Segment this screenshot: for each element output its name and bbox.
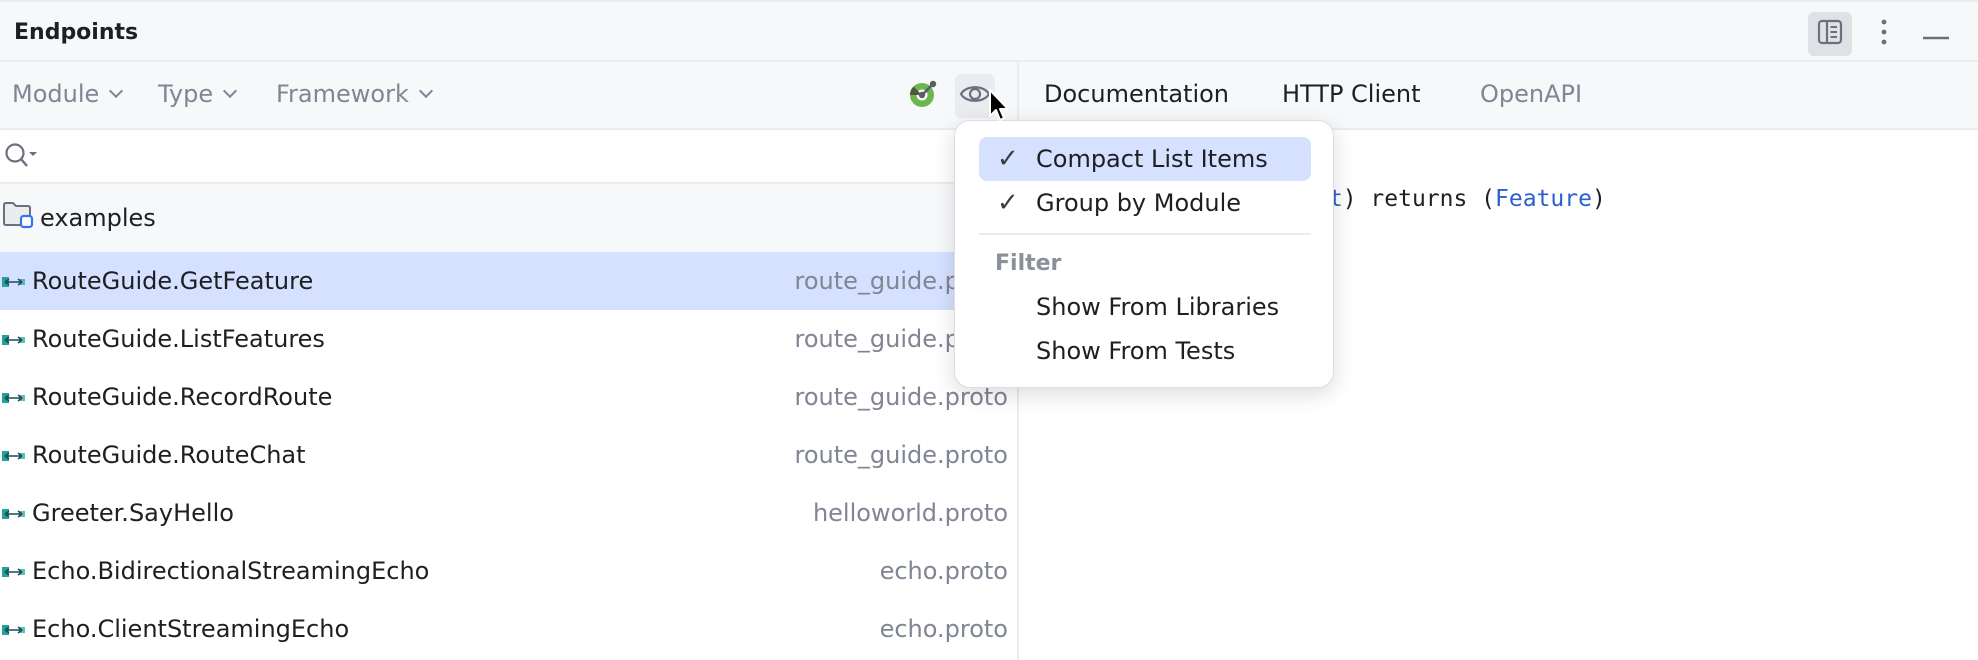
minimize-icon [1922,25,1950,44]
panel-layout-icon [1817,19,1843,49]
menu-item-label: Show From Libraries [1036,293,1280,321]
endpoint-row[interactable]: Echo.BidirectionalStreamingEcho echo.pro… [0,542,1017,600]
menu-section-filter: Filter [995,251,1062,276]
endpoint-file: helloworld.proto [812,499,1008,527]
hide-button[interactable] [1914,12,1958,56]
endpoint-row[interactable]: Greeter.SayHello helloworld.proto [0,484,1017,542]
endpoint-name: RouteGuide.RecordRoute [32,383,333,411]
options-menu-button[interactable] [1862,12,1906,56]
tab-http-client[interactable]: HTTP Client [1282,80,1421,108]
return-type-link[interactable]: Feature [1495,186,1592,212]
grpc-endpoint-icon [2,499,26,527]
rpc-signature: nt) returns (Feature) [1315,186,1606,212]
grpc-endpoint-icon [2,557,26,585]
module-filter-label: Module [12,80,100,108]
grpc-endpoint-icon [2,383,26,411]
module-group-row[interactable]: examples [0,184,1017,252]
grpc-endpoint-icon [2,615,26,643]
menu-item-show-from-tests[interactable]: Show From Tests [979,329,1311,373]
tool-window-header: Endpoints [0,0,1978,62]
endpoint-name: RouteGuide.RouteChat [32,441,306,469]
endpoint-name: RouteGuide.ListFeatures [32,325,325,353]
endpoint-name: Echo.BidirectionalStreamingEcho [32,557,430,585]
chevron-down-icon [109,83,124,99]
endpoint-name: Echo.ClientStreamingEcho [32,615,350,643]
filter-toolbar: Module Type Framework [0,62,1017,130]
menu-item-label: Compact List Items [1036,145,1268,173]
endpoint-row[interactable]: RouteGuide.GetFeature route_guide.proto [0,252,1017,310]
type-filter-label: Type [158,80,214,108]
check-icon: ✓ [997,144,1019,174]
menu-item-group-by-module[interactable]: ✓ Group by Module [979,181,1311,225]
tool-window-title: Endpoints [14,20,139,45]
toggle-details-panel-button[interactable] [1808,12,1852,56]
endpoint-name: RouteGuide.GetFeature [32,267,314,295]
module-group-label: examples [40,204,156,232]
eye-icon [959,83,991,109]
chevron-down-icon [223,83,238,99]
menu-item-compact-list-items[interactable]: ✓ Compact List Items [979,137,1311,181]
more-vertical-icon [1880,19,1888,49]
chevron-down-icon [418,83,433,99]
endpoint-file: echo.proto [879,557,1008,585]
menu-separator [979,233,1311,235]
endpoints-list: examples RouteGuide.GetFeature route_gui… [0,184,1017,658]
tab-documentation[interactable]: Documentation [1044,80,1229,108]
endpoints-list-pane: Module Type Framework examples RouteGuid… [0,62,1017,660]
endpoint-file: route_guide.proto [794,441,1008,469]
module-folder-icon [2,201,34,235]
grpc-endpoint-icon [2,441,26,469]
grpc-icon [908,79,938,113]
endpoint-row[interactable]: Echo.ClientStreamingEcho echo.proto [0,600,1017,658]
endpoint-row[interactable]: RouteGuide.ListFeatures route_guide.prot… [0,310,1017,368]
grpc-endpoint-icon [2,325,26,353]
endpoint-row[interactable]: RouteGuide.RecordRoute route_guide.proto [0,368,1017,426]
module-filter-dropdown[interactable]: Module [12,80,124,108]
menu-item-show-from-libraries[interactable]: Show From Libraries [979,285,1311,329]
endpoint-row[interactable]: RouteGuide.RouteChat route_guide.proto [0,426,1017,484]
menu-item-label: Group by Module [1036,189,1242,217]
grpc-button[interactable] [903,74,943,118]
code-paren: ) [1591,186,1606,212]
check-icon: ✓ [997,188,1019,218]
endpoint-file: echo.proto [879,615,1008,643]
code-keyword: ) returns ( [1342,186,1496,212]
search-input[interactable] [44,138,944,176]
tab-openapi[interactable]: OpenAPI [1480,80,1582,108]
grpc-endpoint-icon [2,267,26,295]
type-filter-dropdown[interactable]: Type [158,80,238,108]
mouse-cursor-icon [988,88,1012,128]
search-icon[interactable] [4,142,38,176]
view-options-popup: ✓ Compact List Items ✓ Group by Module F… [954,120,1334,388]
menu-item-label: Show From Tests [1036,337,1236,365]
search-bar [0,130,1017,184]
framework-filter-dropdown[interactable]: Framework [276,80,433,108]
framework-filter-label: Framework [276,80,409,108]
endpoint-name: Greeter.SayHello [32,499,234,527]
